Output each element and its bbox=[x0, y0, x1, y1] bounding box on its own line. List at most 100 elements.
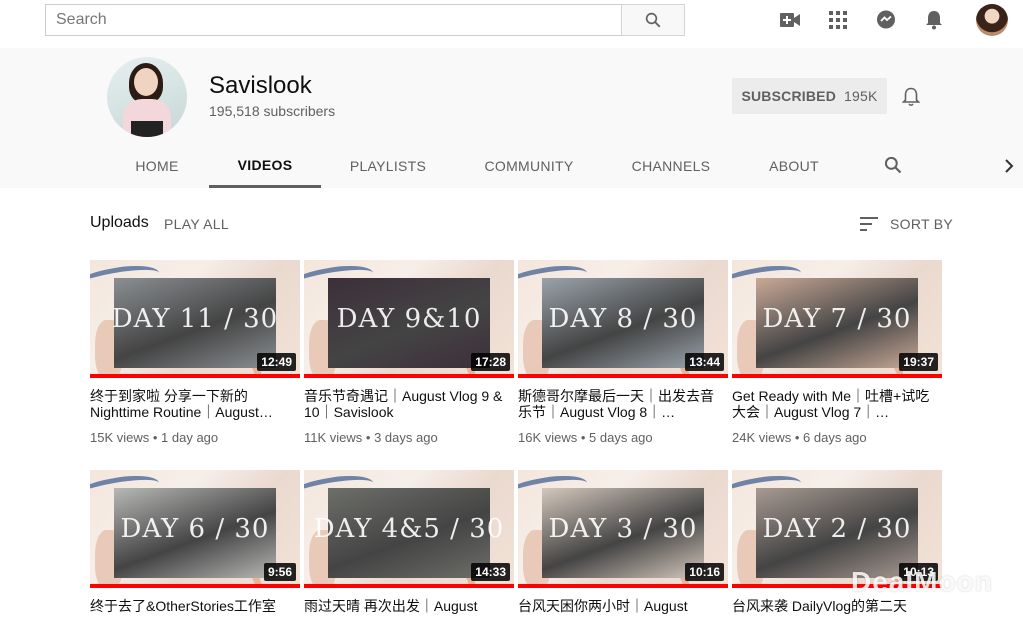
video-title[interactable]: 雨过天晴 再次出发｜August bbox=[304, 598, 504, 614]
tab-about[interactable]: ABOUT bbox=[758, 144, 830, 188]
search-button[interactable] bbox=[621, 4, 685, 36]
video-title[interactable]: 音乐节奇遇记｜August Vlog 9 & 10｜Savislook bbox=[304, 388, 504, 420]
create-video-icon bbox=[780, 13, 800, 27]
play-all-button[interactable]: PLAY ALL bbox=[164, 216, 229, 232]
video-age: 1 day ago bbox=[161, 430, 219, 445]
create-video-button[interactable] bbox=[778, 8, 802, 32]
video-title[interactable]: 终于去了&OtherStories工作室 bbox=[90, 598, 290, 614]
watch-progress-bar bbox=[518, 374, 728, 378]
tab-channels[interactable]: CHANNELS bbox=[622, 144, 720, 188]
meta-separator: • bbox=[362, 430, 375, 445]
watch-progress-bar bbox=[518, 584, 728, 588]
video-age: 3 days ago bbox=[374, 430, 438, 445]
video-views: 15K views bbox=[90, 430, 150, 445]
thumbnail-overlay-text: DAY 4&5 / 30 bbox=[313, 514, 505, 544]
thumbnail-overlay-text: DAY 11 / 30 bbox=[111, 304, 279, 334]
search-icon bbox=[884, 156, 902, 174]
video-thumbnail[interactable]: DAY 4&5 / 30 14:33 bbox=[304, 470, 514, 588]
search-box bbox=[45, 4, 685, 36]
tab-community[interactable]: COMMUNITY bbox=[474, 144, 584, 188]
video-card[interactable]: DAY 2 / 30 10:13 台风来袭 DailyVlog的第二天 bbox=[732, 470, 942, 624]
subscribed-label: SUBSCRIBED bbox=[741, 88, 837, 104]
thumbnail-overlay-text: DAY 7 / 30 bbox=[762, 304, 912, 334]
video-title[interactable]: 台风来袭 DailyVlog的第二天 bbox=[732, 598, 932, 614]
video-title[interactable]: 终于到家啦 分享一下新的Nighttime Routine｜August… bbox=[90, 388, 290, 420]
tab-playlists[interactable]: PLAYLISTS bbox=[340, 144, 436, 188]
video-card[interactable]: DAY 3 / 30 10:16 台风天困你两小时｜August bbox=[518, 470, 728, 624]
chevron-right-icon bbox=[1005, 159, 1014, 173]
video-card[interactable]: DAY 8 / 30 13:44 斯德哥尔摩最后一天｜出发去音乐节｜August… bbox=[518, 260, 728, 445]
account-avatar[interactable] bbox=[976, 4, 1008, 36]
video-meta: 15K views • 1 day ago bbox=[90, 430, 300, 445]
sort-by-button[interactable]: SORT BY bbox=[858, 213, 953, 235]
video-card[interactable]: DAY 4&5 / 30 14:33 雨过天晴 再次出发｜August bbox=[304, 470, 514, 624]
tabs-scroll-right-button[interactable] bbox=[1002, 155, 1016, 177]
messages-icon bbox=[877, 10, 895, 29]
video-views: 16K views bbox=[518, 430, 578, 445]
video-duration: 9:56 bbox=[263, 563, 296, 581]
video-thumbnail[interactable]: DAY 9&10 17:28 bbox=[304, 260, 514, 378]
video-meta: 16K views • 5 days ago bbox=[518, 430, 728, 445]
thumbnail-overlay-text: DAY 6 / 30 bbox=[120, 514, 270, 544]
video-duration: 19:37 bbox=[899, 353, 938, 371]
sort-icon bbox=[860, 217, 878, 231]
messages-button[interactable] bbox=[874, 8, 898, 32]
watermark: DealMoon bbox=[851, 566, 993, 597]
video-thumbnail[interactable]: DAY 6 / 30 9:56 bbox=[90, 470, 300, 588]
channel-name: Savislook bbox=[209, 72, 312, 99]
video-card[interactable]: DAY 6 / 30 9:56 终于去了&OtherStories工作室 bbox=[90, 470, 300, 624]
thumbnail-overlay-text: DAY 8 / 30 bbox=[548, 304, 698, 334]
tab-videos[interactable]: VIDEOS bbox=[209, 144, 321, 188]
video-duration: 10:16 bbox=[685, 563, 724, 581]
meta-separator: • bbox=[577, 430, 590, 445]
search-input[interactable] bbox=[45, 4, 621, 36]
meta-separator: • bbox=[149, 430, 162, 445]
tab-home[interactable]: HOME bbox=[124, 144, 190, 188]
video-duration: 12:49 bbox=[257, 353, 296, 371]
channel-header: Savislook 195,518 subscribers SUBSCRIBED… bbox=[0, 48, 1023, 188]
video-thumbnail[interactable]: DAY 11 / 30 12:49 bbox=[90, 260, 300, 378]
watch-progress-bar bbox=[732, 374, 942, 378]
thumbnail-overlay-text: DAY 3 / 30 bbox=[548, 514, 698, 544]
video-card[interactable]: DAY 11 / 30 12:49 终于到家啦 分享一下新的Nighttime … bbox=[90, 260, 300, 445]
meta-separator: • bbox=[791, 430, 804, 445]
bell-icon bbox=[902, 87, 920, 107]
video-duration: 14:33 bbox=[471, 563, 510, 581]
apps-button[interactable] bbox=[826, 8, 850, 32]
watch-progress-bar bbox=[90, 374, 300, 378]
watch-progress-bar bbox=[90, 584, 300, 588]
sort-by-label: SORT BY bbox=[890, 216, 954, 232]
video-duration: 13:44 bbox=[685, 353, 724, 371]
video-duration: 17:28 bbox=[471, 353, 510, 371]
channel-notification-button[interactable] bbox=[898, 85, 924, 109]
uploads-title: Uploads bbox=[90, 214, 149, 231]
video-meta: 24K views • 6 days ago bbox=[732, 430, 942, 445]
watch-progress-bar bbox=[304, 584, 514, 588]
notifications-icon bbox=[926, 11, 942, 30]
apps-grid-icon bbox=[829, 11, 847, 29]
video-meta: 11K views • 3 days ago bbox=[304, 430, 514, 445]
video-card[interactable]: DAY 7 / 30 19:37 Get Ready with Me｜吐槽+试吃… bbox=[732, 260, 942, 445]
video-title[interactable]: Get Ready with Me｜吐槽+试吃大会｜August Vlog 7｜… bbox=[732, 388, 932, 420]
subscribed-count: 195K bbox=[844, 88, 878, 104]
video-thumbnail[interactable]: DAY 3 / 30 10:16 bbox=[518, 470, 728, 588]
video-age: 5 days ago bbox=[589, 430, 653, 445]
subscribed-button[interactable]: SUBSCRIBED 195K bbox=[732, 78, 887, 114]
channel-avatar bbox=[107, 57, 187, 137]
channel-tabs: HOME VIDEOS PLAYLISTS COMMUNITY CHANNELS… bbox=[0, 144, 1023, 188]
thumbnail-overlay-text: DAY 2 / 30 bbox=[762, 514, 912, 544]
video-card[interactable]: DAY 9&10 17:28 音乐节奇遇记｜August Vlog 9 & 10… bbox=[304, 260, 514, 445]
video-thumbnail[interactable]: DAY 8 / 30 13:44 bbox=[518, 260, 728, 378]
video-thumbnail[interactable]: DAY 7 / 30 19:37 bbox=[732, 260, 942, 378]
video-age: 6 days ago bbox=[803, 430, 867, 445]
thumbnail-overlay-text: DAY 9&10 bbox=[336, 304, 482, 334]
notifications-button[interactable] bbox=[922, 8, 946, 32]
subscriber-count: 195,518 subscribers bbox=[209, 103, 336, 119]
top-bar bbox=[0, 0, 1023, 48]
channel-search-button[interactable] bbox=[882, 154, 904, 176]
video-title[interactable]: 台风天困你两小时｜August bbox=[518, 598, 718, 614]
video-title[interactable]: 斯德哥尔摩最后一天｜出发去音乐节｜August Vlog 8｜… bbox=[518, 388, 718, 420]
search-icon bbox=[645, 12, 661, 28]
watch-progress-bar bbox=[304, 374, 514, 378]
video-views: 24K views bbox=[732, 430, 792, 445]
